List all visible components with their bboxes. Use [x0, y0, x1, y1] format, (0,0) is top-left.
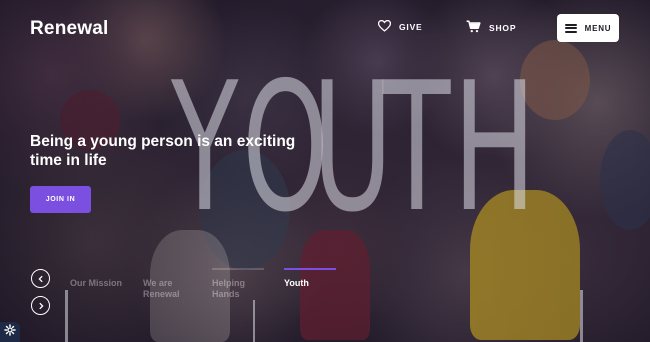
join-in-button[interactable]: JOIN IN: [30, 186, 91, 213]
tab-we-are-renewal[interactable]: We are Renewal: [143, 278, 193, 300]
heart-icon: [377, 19, 392, 34]
big-letter: T: [382, 44, 450, 251]
settings-button[interactable]: [0, 322, 20, 342]
decorative-line: [253, 300, 255, 342]
slider-prev-button[interactable]: [31, 269, 50, 288]
give-label: GIVE: [399, 22, 423, 32]
site-logo[interactable]: Renewal: [30, 18, 109, 40]
tab-our-mission[interactable]: Our Mission: [70, 278, 130, 289]
shop-link[interactable]: SHOP: [466, 20, 516, 35]
tab-helping-hands[interactable]: Helping Hands: [212, 278, 267, 300]
chevron-right-icon: [37, 297, 45, 315]
tab-indicator: [212, 268, 264, 270]
shop-label: SHOP: [489, 22, 517, 33]
slider-next-button[interactable]: [31, 296, 50, 315]
decorative-line: [65, 290, 68, 342]
hero-headline: Being a young person is an exciting time…: [30, 133, 296, 169]
cart-icon: [466, 20, 481, 35]
decorative-line: [580, 290, 583, 342]
tab-indicator-active: [284, 268, 336, 270]
gear-icon: [4, 323, 16, 341]
tab-youth[interactable]: Youth: [284, 278, 334, 289]
give-link[interactable]: GIVE: [377, 19, 423, 34]
hamburger-icon: [564, 23, 577, 33]
menu-label: MENU: [584, 23, 612, 33]
chevron-left-icon: [37, 270, 45, 288]
crowd-figure: [600, 130, 650, 230]
menu-button[interactable]: MENU: [557, 14, 619, 42]
big-letter: H: [453, 44, 537, 251]
